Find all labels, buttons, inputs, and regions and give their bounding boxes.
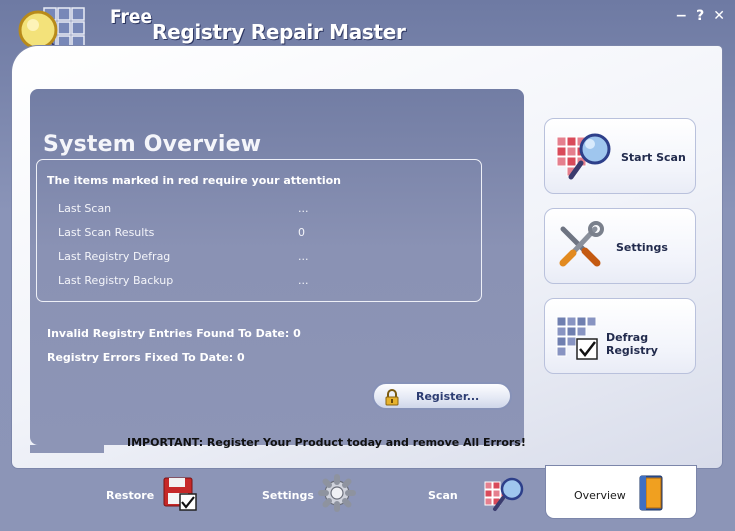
row-value-last-scan: ... (298, 202, 309, 215)
tab-scan[interactable]: Scan (415, 470, 535, 520)
tab-overview[interactable]: Overview (546, 466, 696, 518)
book-icon (639, 475, 663, 511)
row-label-last-scan: Last Scan (58, 202, 112, 215)
start-scan-label: Start Scan (621, 151, 686, 164)
minimize-button[interactable]: − (675, 8, 687, 24)
gear-icon (318, 474, 356, 512)
app-title: Registry Repair Master (152, 20, 406, 44)
lock-icon (385, 389, 399, 406)
errors-fixed-stat: Registry Errors Fixed To Date: 0 (47, 351, 245, 364)
tools-icon (559, 221, 604, 267)
row-value-last-registry-backup: ... (298, 274, 309, 287)
tab-scan-label: Scan (428, 489, 458, 502)
app-window: Free Registry Repair Master − ? ✕ System… (0, 0, 735, 531)
invalid-entries-stat: Invalid Registry Entries Found To Date: … (47, 327, 301, 340)
register-button[interactable]: Register... (372, 382, 512, 410)
help-button[interactable]: ? (696, 8, 704, 24)
attention-note: The items marked in red require your att… (47, 174, 342, 187)
grid-check-icon (556, 316, 598, 360)
title-bar: Free Registry Repair Master − ? ✕ (0, 0, 735, 69)
row-label-last-registry-backup: Last Registry Backup (58, 274, 174, 287)
overview-panel-tab (30, 445, 104, 453)
tab-settings-label: Settings (262, 489, 314, 502)
tab-overview-label: Overview (574, 489, 626, 502)
magnifier-grid-icon (556, 133, 611, 180)
row-value-last-scan-results: 0 (298, 226, 305, 239)
tab-restore[interactable]: Restore (90, 470, 210, 520)
defrag-registry-button[interactable]: Defrag Registry (544, 298, 696, 374)
close-button[interactable]: ✕ (713, 8, 725, 24)
settings-button[interactable]: Settings (544, 208, 696, 284)
tab-restore-label: Restore (106, 489, 155, 502)
app-title-free: Free (110, 6, 153, 28)
magnifier-grid-icon (484, 477, 524, 511)
important-notice: IMPORTANT: Register Your Product today a… (127, 436, 526, 449)
window-controls: − ? ✕ (675, 8, 725, 24)
register-button-label: Register... (416, 390, 480, 403)
row-label-last-registry-defrag: Last Registry Defrag (58, 250, 171, 263)
floppy-check-icon (163, 477, 197, 511)
defrag-registry-label: Defrag Registry (606, 331, 658, 357)
overview-title: System Overview (43, 132, 262, 157)
row-label-last-scan-results: Last Scan Results (58, 226, 155, 239)
settings-label: Settings (616, 241, 668, 254)
tab-settings[interactable]: Settings (250, 470, 370, 520)
row-value-last-registry-defrag: ... (298, 250, 309, 263)
start-scan-button[interactable]: Start Scan (544, 118, 696, 194)
